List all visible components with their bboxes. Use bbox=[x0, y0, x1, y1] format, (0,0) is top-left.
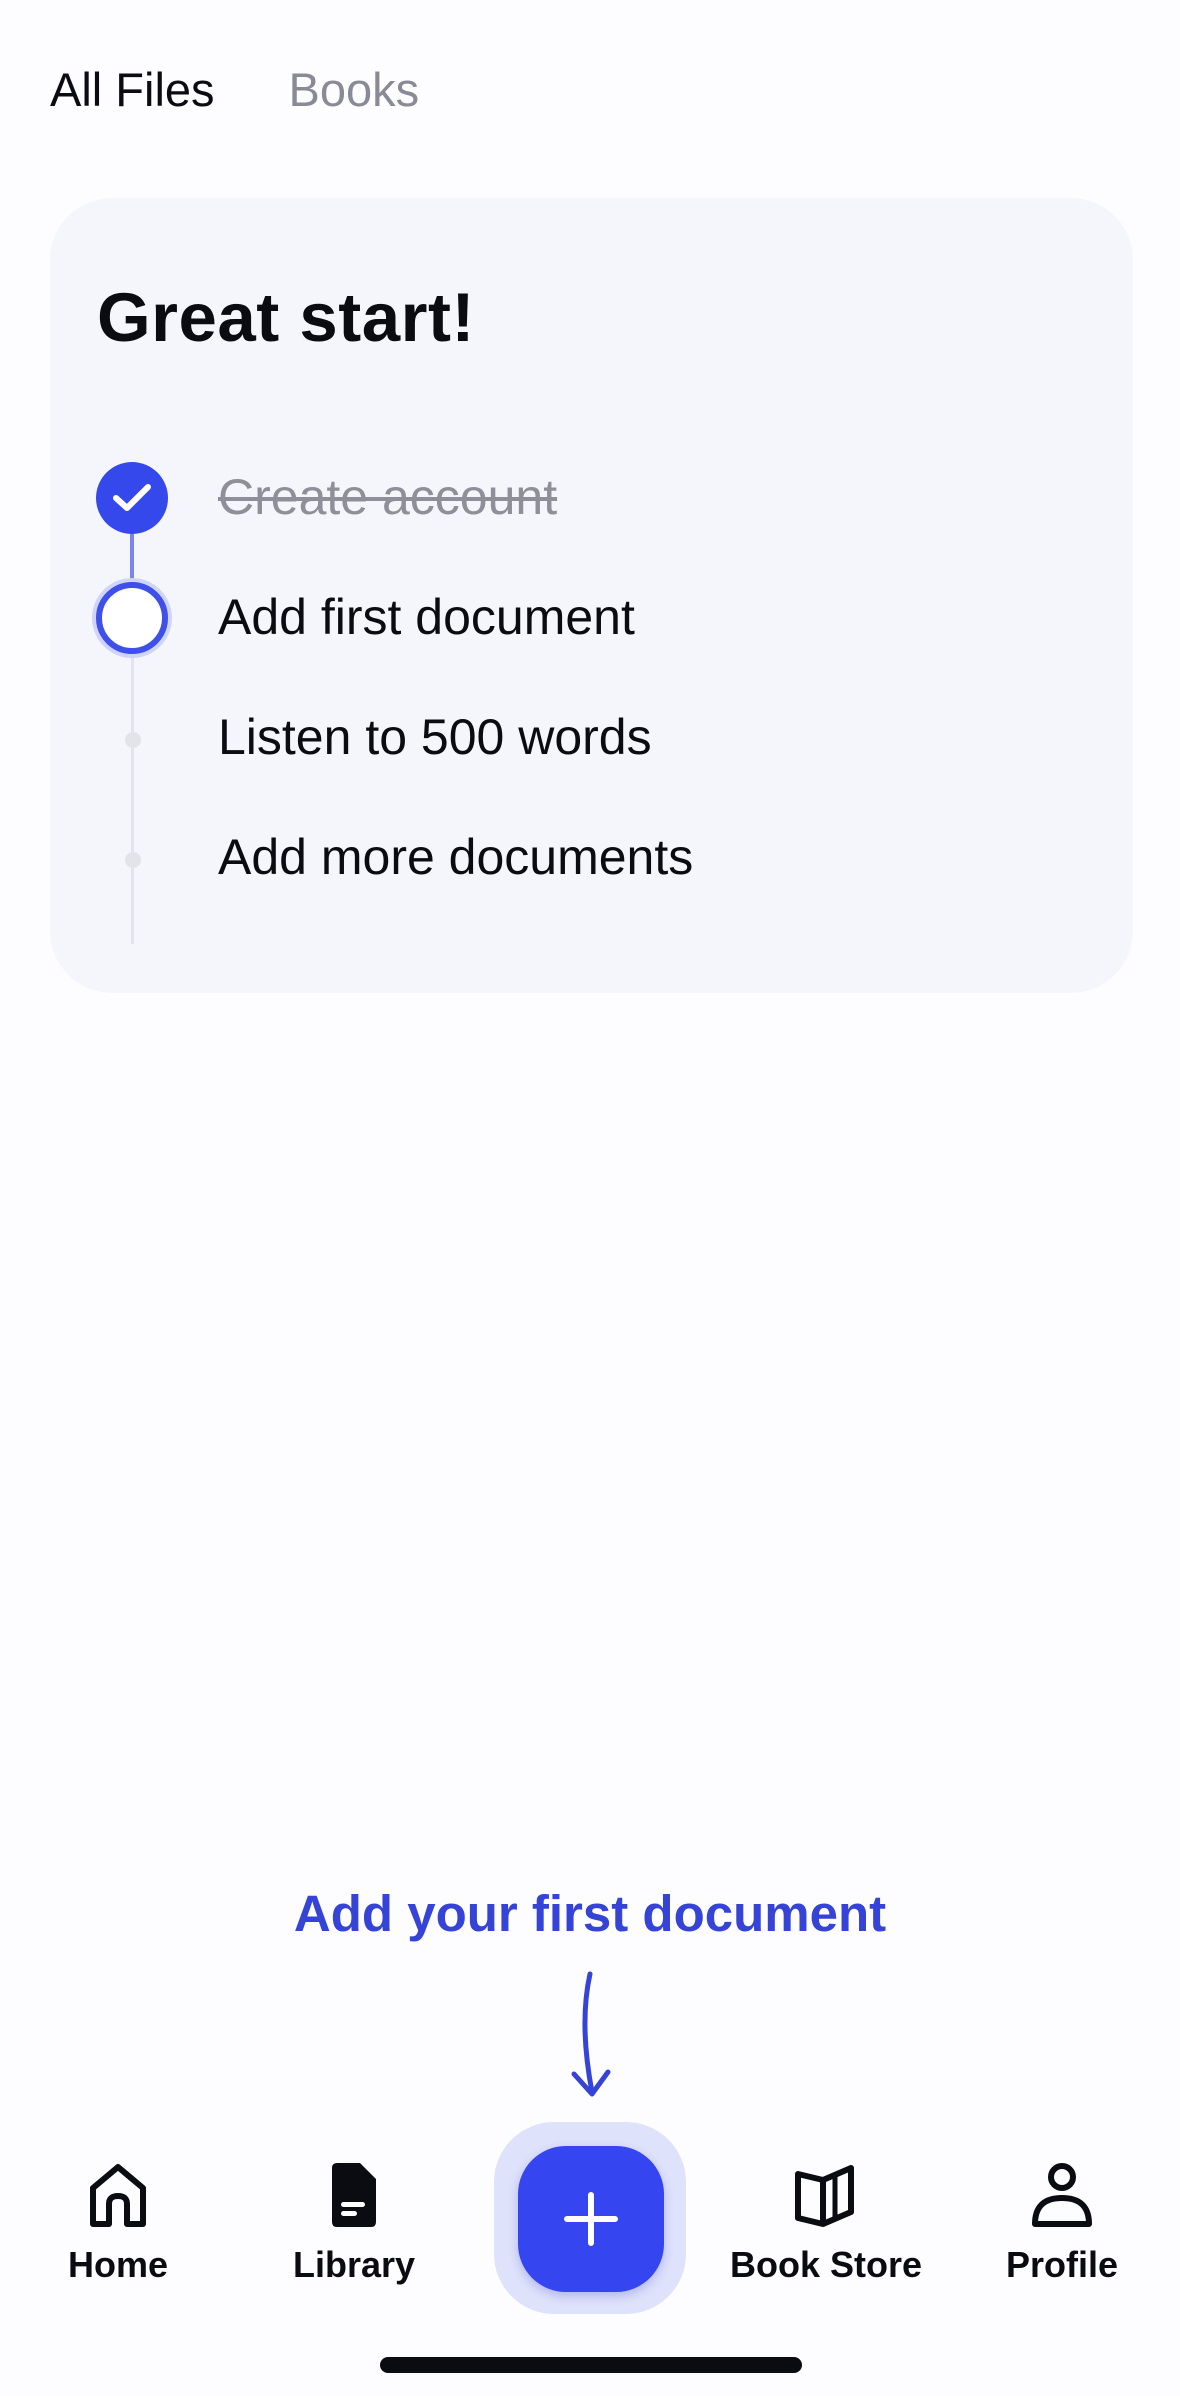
step-add-first-document[interactable]: Add first document bbox=[218, 588, 635, 646]
document-icon bbox=[332, 2163, 376, 2227]
nav-home[interactable]: Home bbox=[18, 2160, 218, 2286]
onboarding-checklist-card: Great start! Create account Add first do… bbox=[50, 198, 1133, 993]
add-document-hint: Add your first document bbox=[293, 1885, 887, 1942]
person-icon bbox=[1032, 2163, 1092, 2227]
step-pending-dot-icon bbox=[125, 852, 141, 868]
tab-books[interactable]: Books bbox=[289, 62, 420, 117]
tab-all-files[interactable]: All Files bbox=[50, 62, 215, 117]
checklist-title: Great start! bbox=[97, 279, 475, 356]
step-add-more-documents: Add more documents bbox=[218, 829, 694, 885]
nav-profile-label: Profile bbox=[1005, 2244, 1119, 2285]
step-listen-500-words: Listen to 500 words bbox=[218, 709, 652, 765]
nav-book-store-label: Book Store bbox=[729, 2244, 923, 2285]
nav-library-label: Library bbox=[292, 2244, 416, 2285]
step-current-circle-icon bbox=[96, 582, 168, 654]
top-tabs: All Files Books bbox=[50, 62, 419, 117]
home-icon bbox=[90, 2164, 146, 2227]
nav-library[interactable]: Library bbox=[254, 2160, 454, 2286]
add-document-button[interactable] bbox=[518, 2146, 664, 2292]
plus-icon bbox=[564, 2192, 618, 2246]
nav-book-store[interactable]: Book Store bbox=[726, 2160, 926, 2286]
step-create-account: Create account bbox=[218, 469, 558, 525]
nav-home-label: Home bbox=[67, 2244, 169, 2285]
progress-line-pending bbox=[131, 654, 134, 944]
home-indicator[interactable] bbox=[380, 2357, 802, 2373]
book-icon bbox=[795, 2165, 854, 2227]
step-pending-dot-icon bbox=[125, 732, 141, 748]
nav-profile[interactable]: Profile bbox=[962, 2160, 1162, 2286]
step-done-check-icon bbox=[96, 462, 168, 534]
app-screen: All Files Books Great start! Create acco… bbox=[0, 0, 1180, 2396]
arrow-down-icon bbox=[571, 1971, 611, 2097]
